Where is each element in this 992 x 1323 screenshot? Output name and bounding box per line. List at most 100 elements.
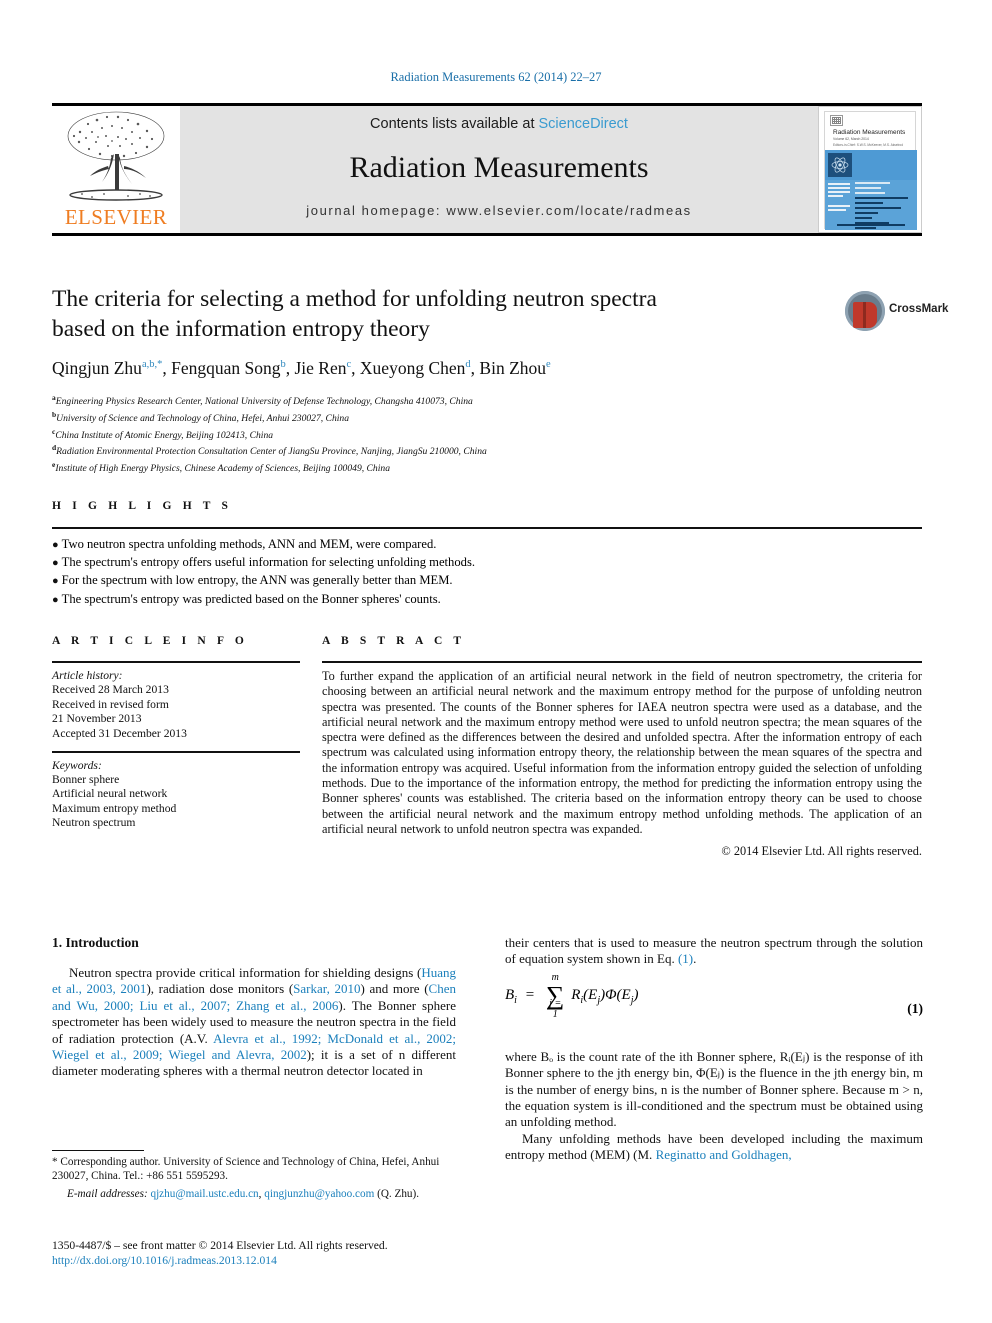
elsevier-tree-icon — [67, 111, 165, 201]
cover-inner: Radiation Measurements Volume 62, March … — [824, 111, 917, 232]
keyword-item: Artificial neural network — [52, 787, 168, 801]
abstract-section: A B S T R A C T To further expand the ap… — [322, 635, 922, 858]
doi-link[interactable]: http://dx.doi.org/10.1016/j.radmeas.2013… — [52, 1254, 652, 1269]
citation-link-2[interactable]: Sarkar, 2010 — [293, 981, 360, 996]
equation-1-wrapper: Bi = m ∑ j = 1 Ri(Ej)Φ(Ej) (1) — [505, 971, 923, 1035]
cover-lower-band — [825, 180, 917, 232]
affiliation-list: aEngineering Physics Research Center, Na… — [52, 392, 832, 476]
body-right-column: their centers that is used to measure th… — [505, 935, 923, 1164]
crossmark-circle-icon — [845, 291, 885, 331]
cover-title: Radiation Measurements — [833, 129, 906, 136]
right-paragraph-1: their centers that is used to measure th… — [505, 935, 923, 968]
eq-sum-upper: m — [551, 971, 559, 983]
elsevier-logo: ELSEVIER — [52, 106, 180, 233]
abstract-rule — [322, 661, 922, 663]
cover-publisher-icon — [830, 115, 843, 126]
author-affiliation-mark: b — [280, 359, 286, 371]
intro-text-c: ) and more ( — [360, 981, 429, 997]
bullet-icon: ● — [52, 575, 59, 588]
author-affiliation-mark: c — [346, 359, 352, 371]
article-info-section: A R T I C L E I N F O Article history: R… — [52, 635, 300, 829]
cover-footer-line — [837, 224, 905, 226]
cover-left-lines — [828, 183, 850, 213]
article-history-item: Accepted 31 December 2013 — [52, 726, 187, 740]
right-paragraph-2: where Bₒ is the count rate of the ith Bo… — [505, 1048, 923, 1130]
cover-atom-icon — [828, 153, 852, 177]
right-text-a: their centers that is used to measure th… — [505, 935, 923, 967]
masthead-center-band: Contents lists available at ScienceDirec… — [180, 106, 818, 233]
crossmark-label: CrossMark — [889, 303, 949, 315]
right-text-b: . — [693, 951, 697, 967]
bullet-icon: ● — [52, 539, 59, 551]
running-head: Radiation Measurements 62 (2014) 22–27 — [390, 70, 602, 84]
right-paragraph-3: Many unfolding methods have been develop… — [505, 1131, 923, 1164]
sciencedirect-link[interactable]: ScienceDirect — [539, 116, 628, 132]
journal-masthead: ELSEVIER Contents lists available at Sci… — [52, 103, 922, 236]
author-name: Bin Zhou — [479, 358, 547, 378]
author-name: Qingjun Zhu — [52, 358, 142, 378]
article-info-body: Article history: Received 28 March 2013 R… — [52, 669, 300, 831]
citation-link-5[interactable]: Reginatto and Goldhagen, — [656, 1147, 792, 1162]
author-list: Qingjun Zhua,b,*, Fengquan Songb, Jie Re… — [52, 358, 551, 378]
intro-paragraph-1: Neutron spectra provide critical informa… — [52, 965, 456, 1080]
affiliation-item: aEngineering Physics Research Center, Na… — [52, 393, 473, 408]
article-info-heading: A R T I C L E I N F O — [52, 635, 248, 647]
eq-equals: = — [525, 987, 535, 1004]
section-heading-introduction: 1. Introduction — [52, 935, 139, 950]
contents-prefix: Contents lists available at — [370, 116, 539, 132]
masthead-bottom-rule — [52, 233, 922, 236]
keyword-item: Bonner sphere — [52, 773, 120, 787]
equation-ref-link[interactable]: (1) — [678, 951, 693, 966]
journal-cover-thumbnail[interactable]: Radiation Measurements Volume 62, March … — [818, 106, 922, 233]
email-link-2[interactable]: qingjunzhu@yahoo.com — [264, 1188, 374, 1200]
article-info-rule — [52, 661, 300, 663]
journal-title: Radiation Measurements — [349, 151, 649, 184]
keywords-label: Keywords: — [52, 758, 102, 772]
highlight-item: ● The spectrum's entropy offers useful in… — [52, 555, 475, 570]
highlight-item: ● Two neutron spectra unfolding methods, … — [52, 537, 437, 551]
cover-subtitle: Volume 62, March 2014 — [833, 137, 869, 141]
article-history-list: Received 28 March 2013 Received in revise… — [52, 683, 300, 741]
title-line-2: based on the information entropy theory — [52, 316, 430, 342]
intro-text-a: Neutron spectra provide critical informa… — [69, 965, 422, 980]
crossmark-book-icon — [853, 302, 877, 328]
eq-summation-symbol: m ∑ j = 1 — [545, 971, 565, 1020]
article-history-item: Received in revised form — [52, 697, 169, 711]
highlights-rule — [52, 527, 922, 529]
email-suffix: (Q. Zhu). — [374, 1187, 420, 1200]
affiliation-item: eInstitute of High Energy Physics, Chine… — [52, 460, 390, 475]
keywords-list: Bonner sphere Artificial neural network Ma… — [52, 773, 300, 831]
keyword-item: Neutron spectrum — [52, 816, 136, 830]
crossmark-badge[interactable]: CrossMark — [845, 287, 948, 337]
abstract-body: To further expand the application of an … — [322, 669, 922, 860]
issn-copyright-line: 1350-4487/$ – see front matter © 2014 El… — [52, 1239, 388, 1252]
affiliation-mark: a — [52, 393, 56, 402]
email-link-1[interactable]: qjzhu@mail.ustc.edu.cn — [150, 1188, 258, 1200]
author-affiliation-mark: e — [546, 359, 551, 371]
affiliation-item: cChina Institute of Atomic Energy, Beiji… — [52, 426, 274, 441]
equation-1: Bi = m ∑ j = 1 Ri(Ej)Φ(Ej) — [505, 971, 639, 1020]
affiliation-mark: c — [52, 426, 56, 436]
footnote-rule — [52, 1150, 144, 1151]
eq-sum-lower: j = 1 — [549, 997, 562, 1020]
author-name: Xueyong Chen — [359, 358, 466, 378]
eq-rhs: Ri(Ej)Φ(Ej) — [571, 987, 639, 1007]
title-line-1: The criteria for selecting a method for … — [52, 286, 657, 312]
affiliation-mark: b — [52, 409, 57, 419]
abstract-copyright: © 2014 Elsevier Ltd. All rights reserved… — [721, 844, 922, 859]
elsevier-wordmark: ELSEVIER — [64, 205, 168, 229]
highlights-list: ● Two neutron spectra unfolding methods, … — [52, 536, 752, 609]
abstract-text: To further expand the application of an … — [322, 669, 922, 836]
cover-editors: Editors-in-Chief: S.W.S. McKeever, M.S. … — [833, 143, 903, 147]
author-name: Fengquan Song — [171, 358, 281, 378]
contents-available-line: Contents lists available at ScienceDirec… — [180, 116, 818, 132]
journal-homepage-line[interactable]: journal homepage: www.elsevier.com/locat… — [180, 203, 818, 218]
article-history-label: Article history: — [52, 669, 123, 682]
highlight-item: ● The spectrum's entropy was predicted ba… — [52, 591, 441, 606]
highlight-item: ● For the spectrum with low entropy, the … — [52, 573, 453, 588]
footnote-block: * Corresponding author. University of Sc… — [52, 1150, 456, 1201]
highlights-heading: H I G H L I G H T S — [52, 500, 233, 512]
page-footer: 1350-4487/$ – see front matter © 2014 El… — [52, 1239, 652, 1268]
body-left-column: 1. Introduction Neutron spectra provide … — [52, 935, 456, 1080]
article-history-item: Received 28 March 2013 — [52, 683, 169, 697]
